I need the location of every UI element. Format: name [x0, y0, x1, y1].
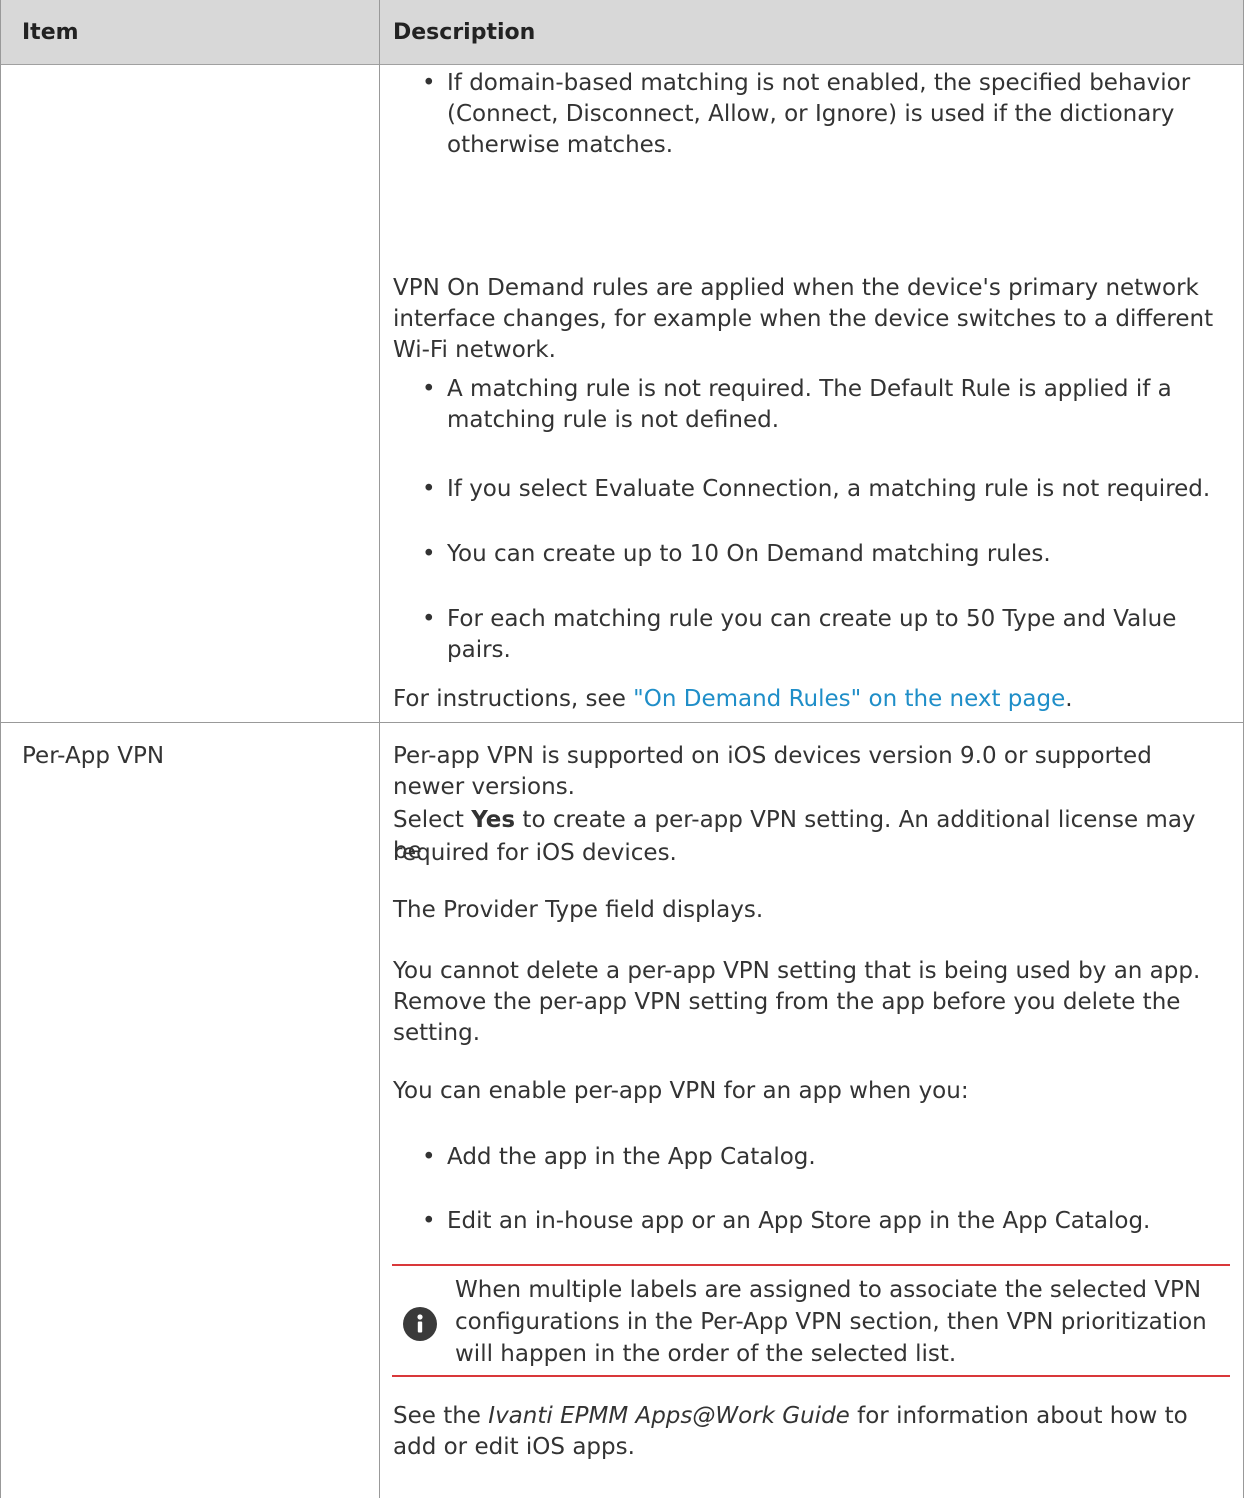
para-enable-per-app: You can enable per-app VPN for an app wh… — [393, 1078, 969, 1104]
note-bottom-rule — [392, 1375, 1230, 1377]
bullet-dot-icon: • — [422, 541, 436, 567]
bullet-dot-icon: • — [422, 1144, 436, 1170]
row-divider — [0, 722, 1244, 723]
settings-table: Item Description • If domain-based match… — [0, 0, 1244, 1498]
on-demand-rules-link[interactable]: "On Demand Rules" on the next page — [633, 686, 1065, 712]
bullet-domain-matching: If domain-based matching is not enabled,… — [447, 70, 1191, 158]
note-text: When multiple labels are assigned to ass… — [455, 1277, 1207, 1367]
header-item: Item — [22, 20, 79, 45]
bullet-evaluate-connection: If you select Evaluate Connection, a mat… — [447, 476, 1211, 502]
instructions-suffix: . — [1065, 686, 1073, 712]
column-divider — [379, 0, 380, 1498]
bullet-fifty-pairs: For each matching rule you can create up… — [447, 606, 1177, 663]
instructions-prefix: For instructions, see — [393, 686, 634, 712]
bullet-dot-icon: • — [422, 1208, 436, 1234]
bullet-dot-icon: • — [422, 376, 436, 402]
bullet-dot-icon: • — [422, 476, 436, 502]
bullet-matching-rule: A matching rule is not required. The Def… — [447, 376, 1172, 433]
info-icon — [403, 1307, 437, 1341]
para-instructions: For instructions, see "On Demand Rules" … — [393, 684, 1223, 715]
para-vpn-on-demand: VPN On Demand rules are applied when the… — [393, 275, 1214, 363]
table-left-border — [0, 0, 1, 1498]
bullet-dot-icon: • — [422, 70, 436, 96]
guide-title: Ivanti EPMM Apps@Work Guide — [488, 1403, 850, 1429]
item-per-app-vpn: Per-App VPN — [22, 743, 165, 769]
bullet-add-app: Add the app in the App Catalog. — [447, 1144, 816, 1170]
para-provider-type: The Provider Type field displays. — [393, 897, 764, 923]
select-prefix: Select — [393, 807, 472, 833]
header-description: Description — [393, 20, 536, 45]
para-see-guide: See the Ivanti EPMM Apps@Work Guide for … — [393, 1401, 1228, 1463]
para-supported: Per-app VPN is supported on iOS devices … — [393, 743, 1152, 800]
table-header-row: Item Description — [0, 0, 1244, 65]
bullet-ten-rules: You can create up to 10 On Demand matchi… — [447, 541, 1051, 567]
bullet-edit-app: Edit an in-house app or an App Store app… — [447, 1208, 1151, 1234]
note-top-rule — [392, 1264, 1230, 1266]
para-cannot-delete: You cannot delete a per-app VPN setting … — [393, 958, 1201, 1046]
para-select-line2: required for iOS devices. — [393, 840, 677, 866]
select-yes-bold: Yes — [471, 807, 516, 833]
see-prefix: See the — [393, 1403, 489, 1429]
bullet-dot-icon: • — [422, 606, 436, 632]
